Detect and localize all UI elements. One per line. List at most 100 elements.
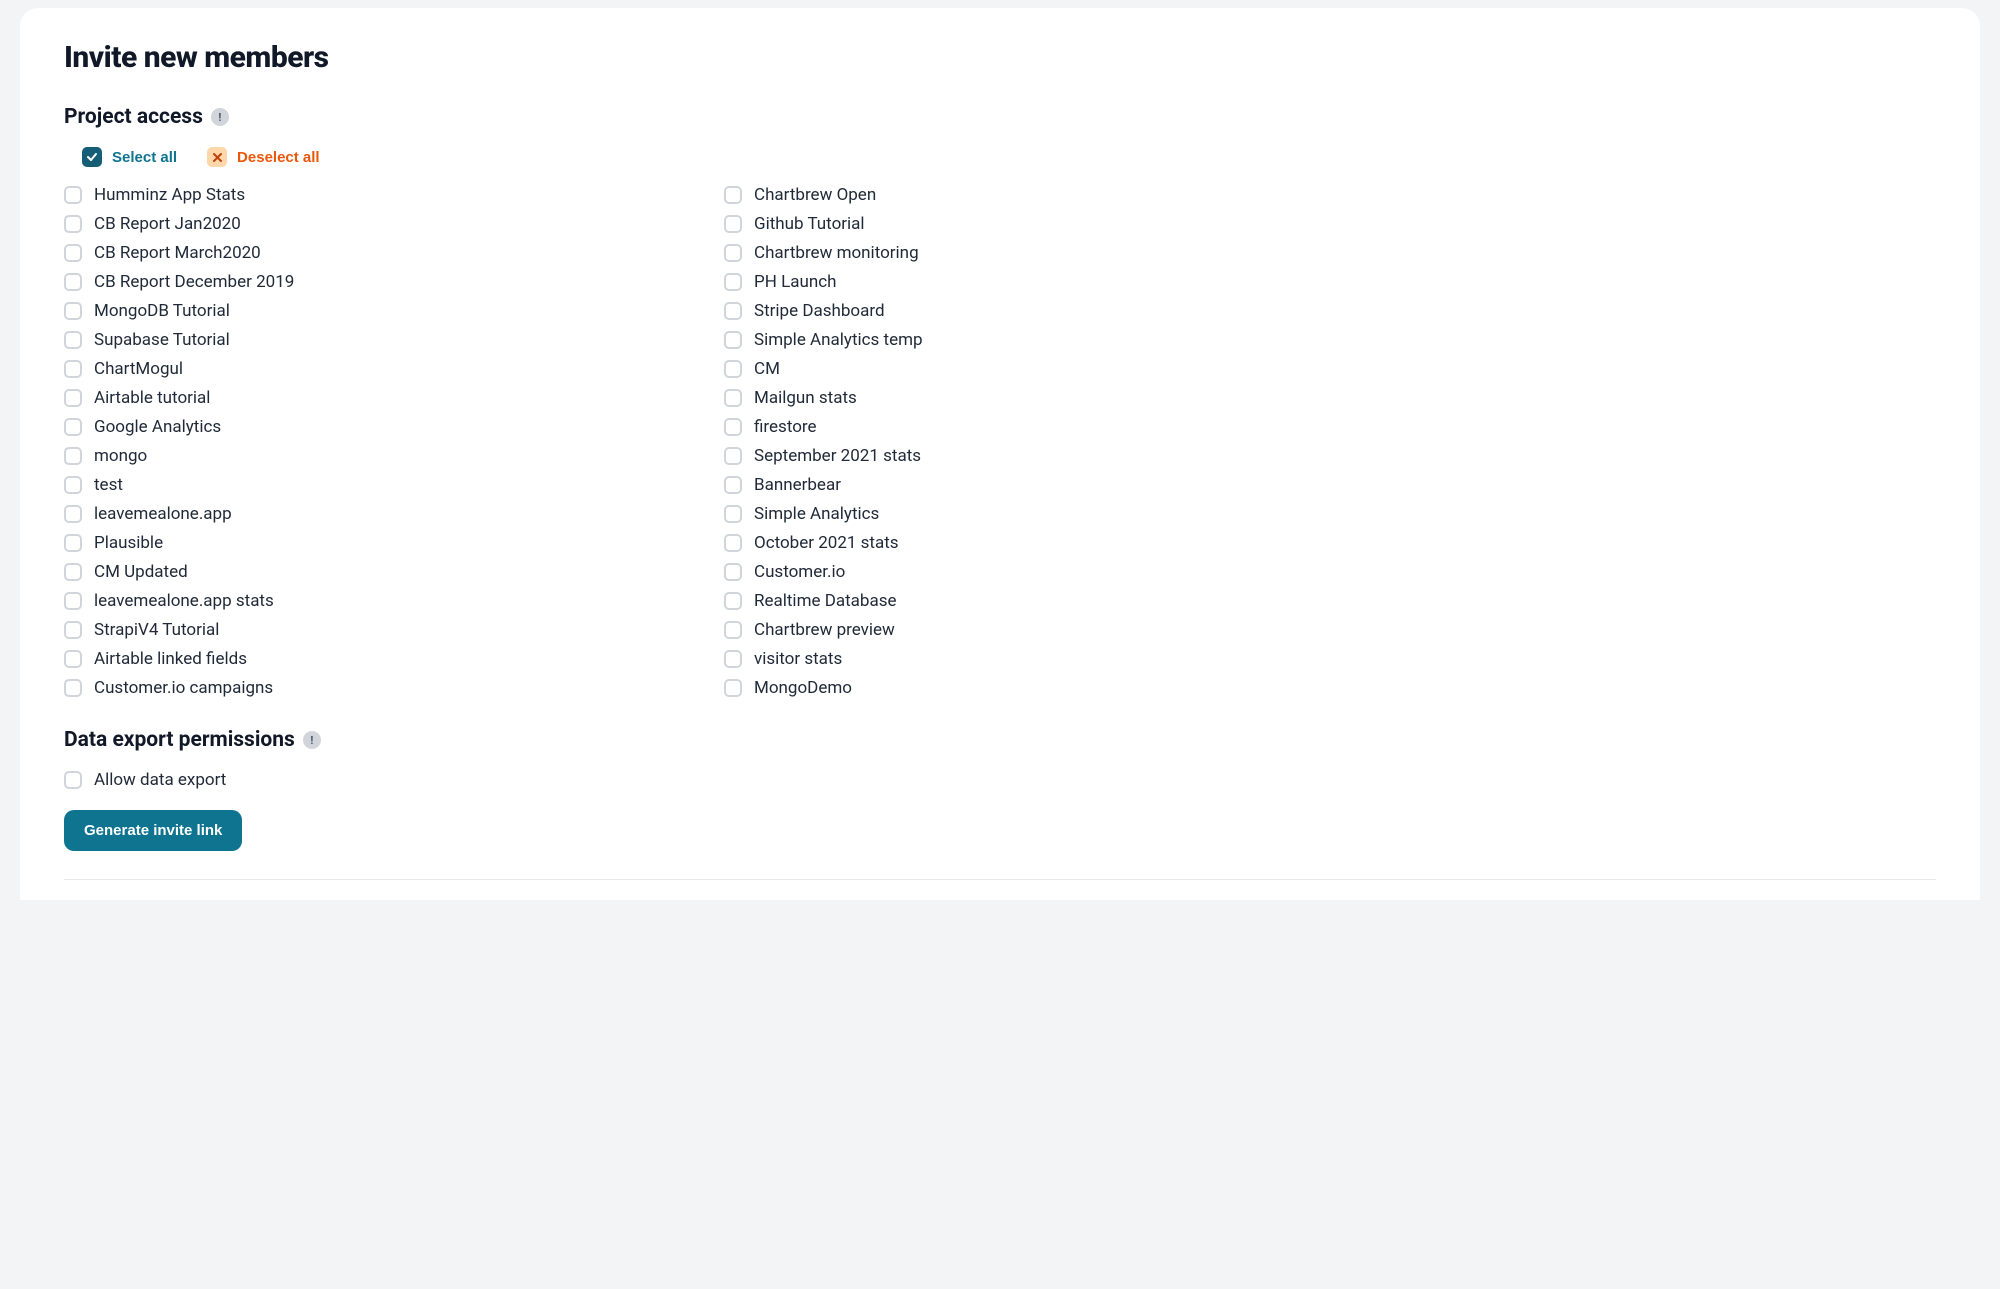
project-checkbox[interactable] bbox=[64, 273, 82, 291]
select-all-button[interactable]: Select all bbox=[82, 147, 177, 167]
project-row[interactable]: visitor stats bbox=[724, 649, 1324, 669]
project-checkbox[interactable] bbox=[64, 360, 82, 378]
project-checkbox[interactable] bbox=[64, 534, 82, 552]
project-row[interactable]: Plausible bbox=[64, 533, 664, 553]
project-row[interactable]: Chartbrew monitoring bbox=[724, 243, 1324, 263]
project-row[interactable]: leavemealone.app stats bbox=[64, 591, 664, 611]
project-row[interactable]: Airtable tutorial bbox=[64, 388, 664, 408]
project-row[interactable]: CM Updated bbox=[64, 562, 664, 582]
project-label: Chartbrew preview bbox=[754, 620, 895, 640]
project-row[interactable]: September 2021 stats bbox=[724, 446, 1324, 466]
allow-data-export-checkbox[interactable] bbox=[64, 771, 82, 789]
project-checkbox[interactable] bbox=[64, 389, 82, 407]
project-row[interactable]: CB Report December 2019 bbox=[64, 272, 664, 292]
info-icon[interactable]: ! bbox=[211, 108, 229, 126]
project-row[interactable]: Stripe Dashboard bbox=[724, 301, 1324, 321]
project-checkbox[interactable] bbox=[724, 563, 742, 581]
project-checkbox[interactable] bbox=[724, 331, 742, 349]
project-label: Airtable linked fields bbox=[94, 649, 247, 669]
project-row[interactable]: Mailgun stats bbox=[724, 388, 1324, 408]
project-checkbox[interactable] bbox=[724, 679, 742, 697]
project-checkbox[interactable] bbox=[64, 244, 82, 262]
project-label: Supabase Tutorial bbox=[94, 330, 230, 350]
deselect-all-button[interactable]: Deselect all bbox=[207, 147, 320, 167]
project-label: September 2021 stats bbox=[754, 446, 921, 466]
project-checkbox[interactable] bbox=[724, 215, 742, 233]
info-icon[interactable]: ! bbox=[303, 731, 321, 749]
project-checkbox[interactable] bbox=[64, 447, 82, 465]
project-label: MongoDB Tutorial bbox=[94, 301, 230, 321]
project-row[interactable]: Customer.io campaigns bbox=[64, 678, 664, 698]
project-label: CB Report Jan2020 bbox=[94, 214, 241, 234]
project-row[interactable]: Humminz App Stats bbox=[64, 185, 664, 205]
project-checkbox[interactable] bbox=[64, 302, 82, 320]
data-export-heading-text: Data export permissions bbox=[64, 728, 295, 752]
project-checkbox[interactable] bbox=[724, 186, 742, 204]
project-row[interactable]: October 2021 stats bbox=[724, 533, 1324, 553]
select-actions: Select all Deselect all bbox=[64, 147, 1936, 167]
project-checkbox[interactable] bbox=[64, 215, 82, 233]
project-checkbox[interactable] bbox=[724, 273, 742, 291]
project-row[interactable]: Chartbrew Open bbox=[724, 185, 1324, 205]
project-checkbox[interactable] bbox=[724, 360, 742, 378]
project-row[interactable]: CB Report March2020 bbox=[64, 243, 664, 263]
project-label: firestore bbox=[754, 417, 817, 437]
data-export-section: Data export permissions ! Allow data exp… bbox=[64, 728, 1936, 790]
allow-data-export-row[interactable]: Allow data export bbox=[64, 770, 1936, 790]
project-row[interactable]: Simple Analytics temp bbox=[724, 330, 1324, 350]
project-checkbox[interactable] bbox=[64, 186, 82, 204]
project-checkbox[interactable] bbox=[724, 592, 742, 610]
project-row[interactable]: PH Launch bbox=[724, 272, 1324, 292]
project-checkbox[interactable] bbox=[64, 650, 82, 668]
project-label: Chartbrew monitoring bbox=[754, 243, 919, 263]
project-row[interactable]: MongoDB Tutorial bbox=[64, 301, 664, 321]
project-checkbox[interactable] bbox=[724, 534, 742, 552]
project-row[interactable]: Realtime Database bbox=[724, 591, 1324, 611]
project-checkbox[interactable] bbox=[64, 621, 82, 639]
project-checkbox[interactable] bbox=[724, 389, 742, 407]
project-row[interactable]: StrapiV4 Tutorial bbox=[64, 620, 664, 640]
project-checkbox[interactable] bbox=[64, 418, 82, 436]
project-label: Realtime Database bbox=[754, 591, 897, 611]
project-checkbox[interactable] bbox=[724, 621, 742, 639]
project-checkbox[interactable] bbox=[724, 476, 742, 494]
project-row[interactable]: CM bbox=[724, 359, 1324, 379]
project-label: Customer.io campaigns bbox=[94, 678, 273, 698]
project-checkbox[interactable] bbox=[64, 592, 82, 610]
project-row[interactable]: leavemealone.app bbox=[64, 504, 664, 524]
project-label: ChartMogul bbox=[94, 359, 183, 379]
project-row[interactable]: CB Report Jan2020 bbox=[64, 214, 664, 234]
project-checkbox[interactable] bbox=[64, 331, 82, 349]
project-row[interactable]: Github Tutorial bbox=[724, 214, 1324, 234]
project-label: StrapiV4 Tutorial bbox=[94, 620, 219, 640]
project-row[interactable]: firestore bbox=[724, 417, 1324, 437]
project-row[interactable]: Google Analytics bbox=[64, 417, 664, 437]
close-icon bbox=[207, 147, 227, 167]
project-checkbox[interactable] bbox=[64, 679, 82, 697]
project-checkbox[interactable] bbox=[724, 302, 742, 320]
project-label: Stripe Dashboard bbox=[754, 301, 885, 321]
project-row[interactable]: Bannerbear bbox=[724, 475, 1324, 495]
project-checkbox[interactable] bbox=[724, 418, 742, 436]
project-checkbox[interactable] bbox=[724, 650, 742, 668]
project-row[interactable]: Airtable linked fields bbox=[64, 649, 664, 669]
project-checkbox[interactable] bbox=[724, 505, 742, 523]
project-checkbox[interactable] bbox=[64, 476, 82, 494]
project-label: CB Report March2020 bbox=[94, 243, 261, 263]
projects-grid: Humminz App Stats CB Report Jan2020 CB Rep… bbox=[64, 185, 1324, 698]
project-checkbox[interactable] bbox=[64, 505, 82, 523]
generate-invite-link-button[interactable]: Generate invite link bbox=[64, 810, 242, 851]
deselect-all-label: Deselect all bbox=[237, 149, 320, 166]
project-row[interactable]: Simple Analytics bbox=[724, 504, 1324, 524]
project-checkbox[interactable] bbox=[724, 447, 742, 465]
project-checkbox[interactable] bbox=[64, 563, 82, 581]
project-row[interactable]: Customer.io bbox=[724, 562, 1324, 582]
project-label: leavemealone.app stats bbox=[94, 591, 274, 611]
project-row[interactable]: MongoDemo bbox=[724, 678, 1324, 698]
project-row[interactable]: mongo bbox=[64, 446, 664, 466]
project-row[interactable]: test bbox=[64, 475, 664, 495]
project-row[interactable]: Chartbrew preview bbox=[724, 620, 1324, 640]
project-checkbox[interactable] bbox=[724, 244, 742, 262]
project-row[interactable]: Supabase Tutorial bbox=[64, 330, 664, 350]
project-row[interactable]: ChartMogul bbox=[64, 359, 664, 379]
